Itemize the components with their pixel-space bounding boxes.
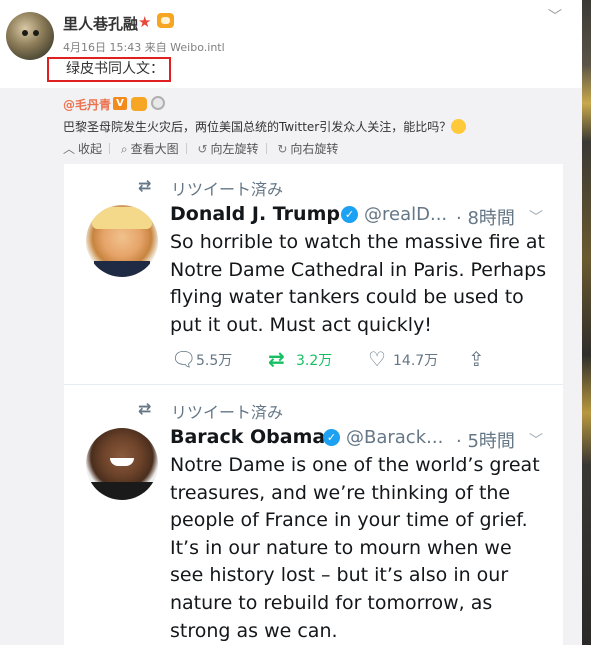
chevron-down-icon[interactable]: ﹀	[529, 430, 543, 450]
post-meta: 4月16日 15:43 来自 Weibo.intl	[63, 41, 225, 54]
retweet-icon[interactable]: ⇄	[268, 347, 285, 371]
image-toolbar: ︿ 收起 ⌕ 查看大图 ↺ 向左旋转 ↻ 向右旋转	[63, 140, 338, 157]
verified-icon: ✓	[341, 206, 358, 223]
rotate-right-button[interactable]: ↻ 向右旋转	[277, 142, 338, 156]
tweet-handle[interactable]: @Barack...	[346, 427, 443, 448]
weibo-post: 里人巷孔融 ★ ﹀ 4月16日 15:43 来自 Weibo.intl 绿皮书同…	[0, 0, 582, 645]
tweet-time: · 5時間	[456, 431, 515, 452]
tweet-divider	[64, 384, 563, 385]
view-large-button[interactable]: ⌕ 查看大图	[121, 142, 179, 156]
tweet-time: · 8時間	[456, 208, 515, 229]
repost-username[interactable]: @毛丹青	[63, 96, 111, 113]
tweet-author-name[interactable]: Barack Obama	[170, 426, 325, 448]
share-icon[interactable]: ⇪	[468, 347, 485, 371]
post-username[interactable]: 里人巷孔融	[63, 13, 138, 34]
post-content: 绿皮书同人文：	[47, 57, 171, 82]
obama-avatar	[86, 428, 158, 500]
rotate-right-icon: ↻	[277, 142, 288, 156]
retweeted-label: リツイート済み	[171, 403, 284, 422]
laughing-emoji-icon	[451, 119, 467, 134]
tweet-author-name[interactable]: Donald J. Trump	[170, 203, 340, 225]
medal-icon	[151, 96, 165, 110]
retweet-count: 3.2万	[296, 353, 333, 369]
collapse-button[interactable]: ︿ 收起	[63, 142, 102, 156]
chevron-down-icon[interactable]: ﹀	[529, 207, 543, 227]
member-badge-icon	[157, 13, 174, 28]
reply-count: 5.5万	[196, 353, 233, 369]
collapse-icon: ︿	[63, 142, 76, 156]
heart-icon[interactable]: ♡	[368, 347, 386, 371]
search-icon: ⌕	[120, 142, 128, 156]
reply-icon[interactable]: 🗨	[171, 347, 196, 371]
background-photo-strip	[582, 0, 591, 645]
tweet-body: Notre Dame is one of the world’s great t…	[170, 454, 540, 642]
trump-avatar	[86, 205, 158, 277]
tweet-body: So horrible to watch the massive fire at…	[170, 231, 547, 336]
retweet-icon: ⇄	[138, 176, 152, 195]
retweet-icon: ⇄	[138, 399, 152, 418]
retweeted-label: リツイート済み	[171, 180, 284, 199]
tweet-handle[interactable]: @realD...	[364, 204, 447, 225]
like-count: 14.7万	[393, 353, 439, 369]
star-badge-icon: ★	[138, 13, 152, 31]
user-avatar[interactable]	[6, 12, 54, 60]
repost-text: 巴黎圣母院发生火灾后，两位美国总统的Twitter引发众人关注，能比吗？	[63, 118, 467, 135]
verified-v-icon: V	[113, 97, 127, 110]
chevron-down-icon[interactable]: ﹀	[548, 6, 562, 26]
rotate-left-icon: ↺	[197, 142, 208, 156]
member-badge-icon	[131, 97, 147, 111]
verified-icon: ✓	[323, 429, 340, 446]
rotate-left-button[interactable]: ↺ 向左旋转	[197, 142, 258, 156]
